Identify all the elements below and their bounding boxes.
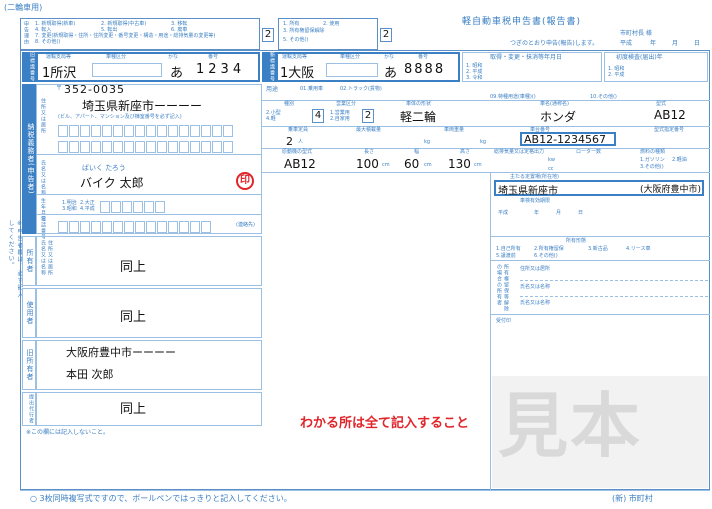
postal-code[interactable]: 352-0035 — [64, 83, 125, 96]
new-plate-number[interactable]: 8888 — [404, 62, 445, 77]
new-plate-kana[interactable]: あ — [384, 62, 397, 81]
applicant-address[interactable]: 埼玉県新座市ーーーー — [82, 97, 202, 114]
capacity-value[interactable]: 2 — [286, 135, 293, 148]
receipt-label: 受付印 — [496, 318, 512, 324]
furigana: ばいく たろう — [82, 164, 126, 172]
watermark-text: 見本 — [498, 385, 642, 467]
owner-type-value[interactable]: 2 — [380, 28, 392, 42]
shubetsu-value[interactable]: 4 — [312, 109, 324, 123]
birth-grid[interactable] — [100, 198, 250, 213]
agent-side-label: 提出代行者 — [22, 392, 36, 426]
agent-value[interactable]: 同上 — [120, 398, 146, 417]
addressee: 市町村長 様 — [620, 30, 652, 37]
instruction-notice: わかる所は全て記入すること — [300, 416, 470, 431]
former-owner-side-label: 旧所有者 — [22, 340, 36, 390]
footer-note: ※この欄には記入しないこと。 — [26, 429, 110, 436]
engine-type[interactable]: AB12 — [284, 157, 316, 171]
reason-box: 申告理由 1. 新規取得(新車) 2. 新規取得(中古車) 3. 移転 4. 転… — [20, 18, 260, 50]
storage-old[interactable]: (大阪府豊中市) — [640, 182, 701, 195]
footer-right: (新) 市町村 — [612, 494, 653, 503]
reason-value[interactable]: 2 — [262, 28, 274, 42]
maker-name[interactable]: ホンダ — [540, 108, 576, 125]
applicant-name[interactable]: バイク 太郎 — [80, 174, 144, 191]
footer-instruction: ○ 3枚同時複写式ですので、ボールペンではっきりと記入してください。 — [30, 494, 292, 503]
body-shape[interactable]: 軽二輪 — [400, 108, 436, 125]
user-side-label: 使用者 — [22, 288, 36, 338]
phone-grid[interactable] — [58, 218, 238, 233]
agent-box — [36, 392, 262, 426]
eigyo-value[interactable]: 2 — [362, 109, 374, 123]
model-code[interactable]: AB12 — [654, 108, 686, 122]
owner-box — [36, 236, 262, 286]
new-plate-office[interactable]: 1大阪 — [280, 62, 314, 81]
former-owner-address[interactable]: 大阪府豊中市ーーーー — [66, 344, 176, 360]
owner-side-label: 所有者 — [22, 236, 36, 286]
owner-type-box: 1. 所有 2. 使用 3. 所有権留保解除 5. その他() — [278, 18, 378, 50]
user-box — [36, 288, 262, 338]
length-value[interactable]: 100 — [356, 157, 379, 171]
new-plate-label: 新標識番号 — [262, 52, 276, 82]
chassis-number[interactable]: AB12-1234567 — [520, 132, 616, 146]
new-plate-class[interactable] — [326, 63, 378, 77]
building-hint: (ビル、アパート、マンション及び棟室番号を必ず記入) — [58, 114, 182, 120]
building-grid-2[interactable] — [58, 138, 258, 153]
old-plate-office[interactable]: 1所沢 — [42, 62, 76, 81]
owner-value[interactable]: 同上 — [120, 256, 146, 275]
user-value[interactable]: 同上 — [120, 306, 146, 325]
old-plate-label: 旧標識番号 — [22, 52, 36, 82]
storage-value[interactable]: 埼玉県新座市 — [498, 182, 558, 197]
seal-mark: 印 — [236, 172, 254, 190]
applicant-side-label: 納税義務者(申告者) — [22, 84, 36, 234]
form-title: 軽自動車税申告書(報告書) — [462, 17, 582, 27]
form-tag: (二輪車用) — [4, 3, 43, 12]
width-value[interactable]: 60 — [404, 157, 419, 171]
date-label: つぎのとおり申告(報告)します。 — [510, 40, 599, 47]
old-plate-class[interactable] — [92, 63, 162, 77]
former-owner-name[interactable]: 本田 次郎 — [66, 366, 114, 382]
old-plate-kana[interactable]: あ — [170, 62, 183, 81]
old-plate-number[interactable]: 1234 — [196, 62, 245, 77]
height-value[interactable]: 130 — [448, 157, 471, 171]
building-grid[interactable] — [58, 122, 258, 137]
